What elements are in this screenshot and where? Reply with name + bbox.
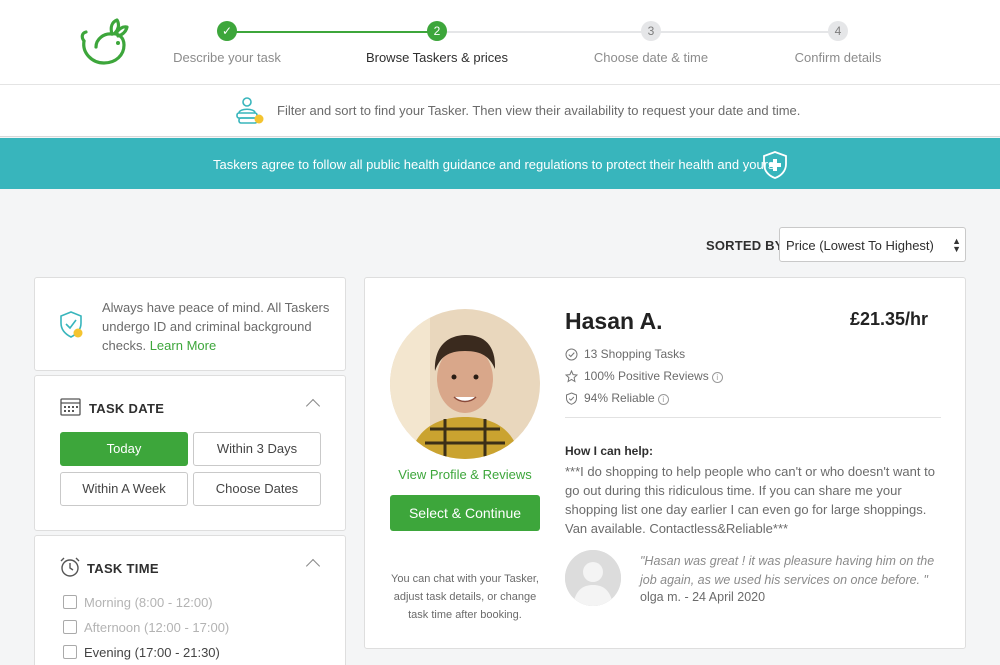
date-option-within-3-days[interactable]: Within 3 Days bbox=[193, 432, 321, 466]
health-banner: Taskers agree to follow all public healt… bbox=[0, 138, 1000, 189]
tasker-card: View Profile & Reviews Select & Continue… bbox=[364, 277, 966, 649]
checkbox[interactable] bbox=[63, 620, 77, 634]
select-continue-button[interactable]: Select & Continue bbox=[390, 495, 540, 531]
step-label: Browse Taskers & prices bbox=[365, 50, 509, 65]
info-icon[interactable]: i bbox=[657, 394, 669, 405]
sort-select[interactable]: Price (Lowest To Highest) ▲ ▼ bbox=[779, 227, 966, 262]
taskers-icon bbox=[236, 97, 264, 124]
shield-plus-icon bbox=[763, 151, 787, 179]
calendar-icon bbox=[60, 398, 81, 416]
step-number: 2 bbox=[427, 21, 447, 41]
date-option-choose-dates[interactable]: Choose Dates bbox=[193, 472, 321, 506]
chevron-up-icon[interactable] bbox=[305, 558, 321, 574]
header: ✓ Describe your task 2 Browse Taskers & … bbox=[0, 0, 1000, 85]
taskrabbit-logo[interactable] bbox=[76, 17, 130, 67]
step-label: Choose date & time bbox=[593, 50, 709, 65]
stat-text: 100% Positive Reviews bbox=[584, 369, 709, 383]
chat-note: You can chat with your Tasker, adjust ta… bbox=[391, 573, 539, 621]
divider bbox=[565, 417, 941, 418]
banner-text: Taskers agree to follow all public healt… bbox=[213, 157, 779, 172]
chevron-up-icon[interactable] bbox=[305, 398, 321, 414]
review-quote: "Hasan was great ! it was pleasure havin… bbox=[640, 554, 935, 587]
date-option-today[interactable]: Today bbox=[60, 432, 188, 466]
tasker-rate: £21.35/hr bbox=[849, 309, 928, 329]
review-author: olga m. - 24 April 2020 bbox=[640, 590, 766, 604]
time-option-label: Evening (17:00 - 21:30) bbox=[84, 645, 220, 660]
step-number: 4 bbox=[828, 21, 848, 41]
checkbox[interactable] bbox=[63, 595, 77, 609]
stat-text: 13 Shopping Tasks bbox=[584, 347, 686, 361]
sort-label: SORTED BY: bbox=[706, 238, 788, 253]
step-label: Describe your task bbox=[173, 50, 281, 65]
select-arrows-icon: ▲ ▼ bbox=[952, 236, 961, 254]
step-choose-date-time: 3 Choose date & time bbox=[561, 21, 741, 65]
view-profile-link[interactable]: View Profile & Reviews bbox=[365, 467, 565, 482]
step-confirm-details: 4 Confirm details bbox=[748, 21, 928, 65]
step-label: Confirm details bbox=[794, 50, 882, 65]
task-time-card: TASK TIME Morning (8:00 - 12:00) Afterno… bbox=[34, 535, 346, 665]
peace-text: Always have peace of mind. All Taskers u… bbox=[102, 298, 334, 355]
help-text: ***I do shopping to help people who can'… bbox=[565, 464, 935, 536]
step-number: 3 bbox=[641, 21, 661, 41]
step-check-icon: ✓ bbox=[217, 21, 237, 41]
checkbox[interactable] bbox=[63, 645, 77, 659]
time-option-evening[interactable]: Evening (17:00 - 21:30) bbox=[63, 645, 220, 660]
learn-more-link[interactable]: Learn More bbox=[150, 338, 216, 353]
tasker-avatar[interactable] bbox=[390, 309, 540, 459]
date-option-within-a-week[interactable]: Within A Week bbox=[60, 472, 188, 506]
info-icon[interactable]: i bbox=[711, 372, 723, 383]
step-describe-task[interactable]: ✓ Describe your task bbox=[137, 21, 317, 65]
help-title: How I can help: bbox=[565, 444, 654, 458]
stat-tasks: 13 Shopping Tasks bbox=[565, 347, 685, 361]
stat-reviews: 100% Positive Reviews i bbox=[564, 369, 723, 383]
task-time-title: TASK TIME bbox=[87, 561, 159, 576]
info-text: Filter and sort to find your Tasker. The… bbox=[277, 103, 801, 118]
star-icon bbox=[564, 369, 579, 383]
alarm-clock-icon bbox=[60, 557, 80, 577]
shield-icon bbox=[566, 392, 577, 405]
shield-check-icon bbox=[60, 311, 83, 338]
time-option-label: Afternoon (12:00 - 17:00) bbox=[84, 620, 230, 635]
stat-reliable: 94% Reliable i bbox=[565, 391, 669, 405]
tasker-name: Hasan A. bbox=[565, 308, 663, 334]
stat-text: 94% Reliable bbox=[584, 391, 655, 405]
time-option-morning[interactable]: Morning (8:00 - 12:00) bbox=[63, 595, 213, 610]
check-circle-icon bbox=[565, 348, 578, 361]
time-option-label: Morning (8:00 - 12:00) bbox=[84, 595, 213, 610]
task-date-title: TASK DATE bbox=[89, 401, 165, 416]
reviewer-avatar bbox=[565, 550, 621, 606]
step-browse-taskers: 2 Browse Taskers & prices bbox=[347, 21, 527, 65]
sort-value: Price (Lowest To Highest) bbox=[786, 238, 934, 253]
task-date-card: TASK DATE Today Within 3 Days Within A W… bbox=[34, 375, 346, 531]
peace-of-mind-card: Always have peace of mind. All Taskers u… bbox=[34, 277, 346, 371]
info-bar: Filter and sort to find your Tasker. The… bbox=[0, 85, 1000, 137]
time-option-afternoon[interactable]: Afternoon (12:00 - 17:00) bbox=[63, 620, 229, 635]
